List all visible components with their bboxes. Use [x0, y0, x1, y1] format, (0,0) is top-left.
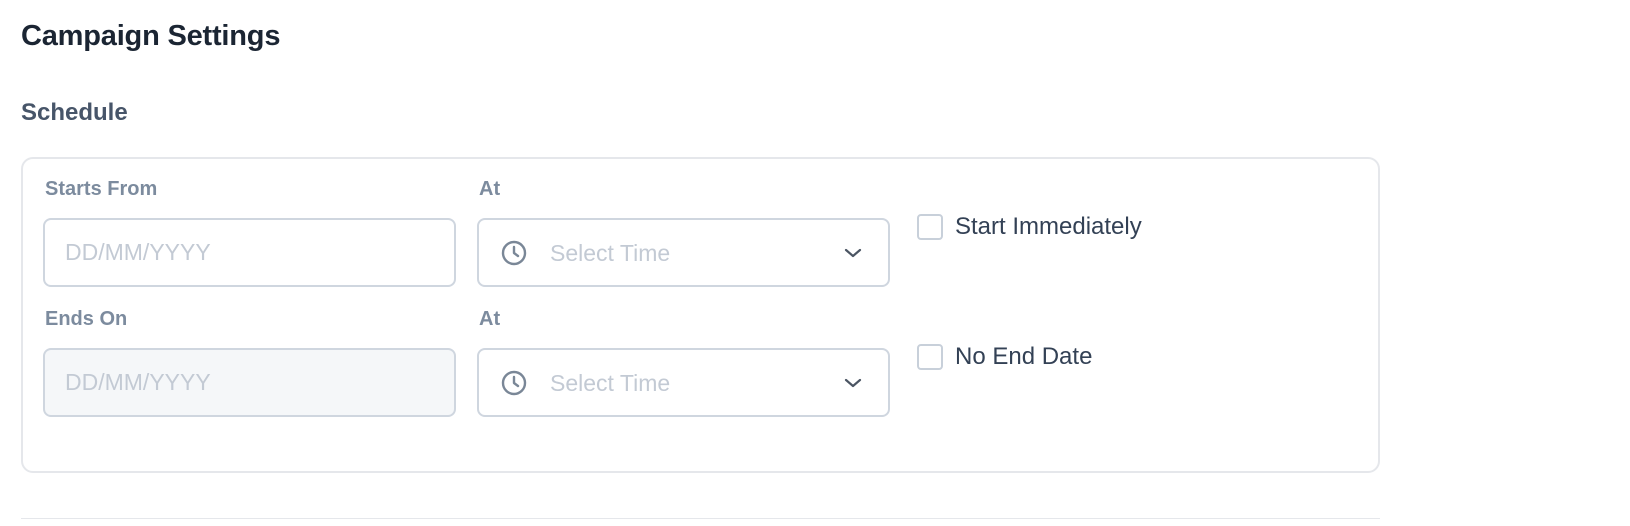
clock-icon — [501, 370, 527, 396]
no-end-date-checkbox[interactable] — [917, 344, 943, 370]
start-immediately-label: Start Immediately — [955, 213, 1142, 240]
section-divider — [21, 518, 1380, 519]
start-immediately-checkbox[interactable] — [917, 214, 943, 240]
chevron-down-icon — [844, 378, 862, 388]
clock-icon — [501, 240, 527, 266]
no-end-date-option[interactable]: No End Date — [917, 343, 1092, 371]
end-time-placeholder: Select Time — [550, 370, 671, 396]
end-date-input[interactable] — [43, 348, 456, 417]
section-title-schedule: Schedule — [21, 99, 128, 126]
end-time-select[interactable]: Select Time — [477, 348, 890, 417]
end-time-label: At — [479, 308, 501, 330]
start-time-select[interactable]: Select Time — [477, 218, 890, 287]
starts-from-label: Starts From — [45, 178, 158, 200]
chevron-down-icon — [844, 248, 862, 258]
page-title: Campaign Settings — [21, 20, 281, 52]
start-immediately-option[interactable]: Start Immediately — [917, 213, 1142, 241]
ends-on-label: Ends On — [45, 308, 128, 330]
start-time-placeholder: Select Time — [550, 240, 671, 266]
start-date-input[interactable] — [43, 218, 456, 287]
start-time-label: At — [479, 178, 501, 200]
schedule-card: Starts From At Select Time Start Immedia… — [21, 157, 1380, 473]
no-end-date-label: No End Date — [955, 343, 1093, 370]
